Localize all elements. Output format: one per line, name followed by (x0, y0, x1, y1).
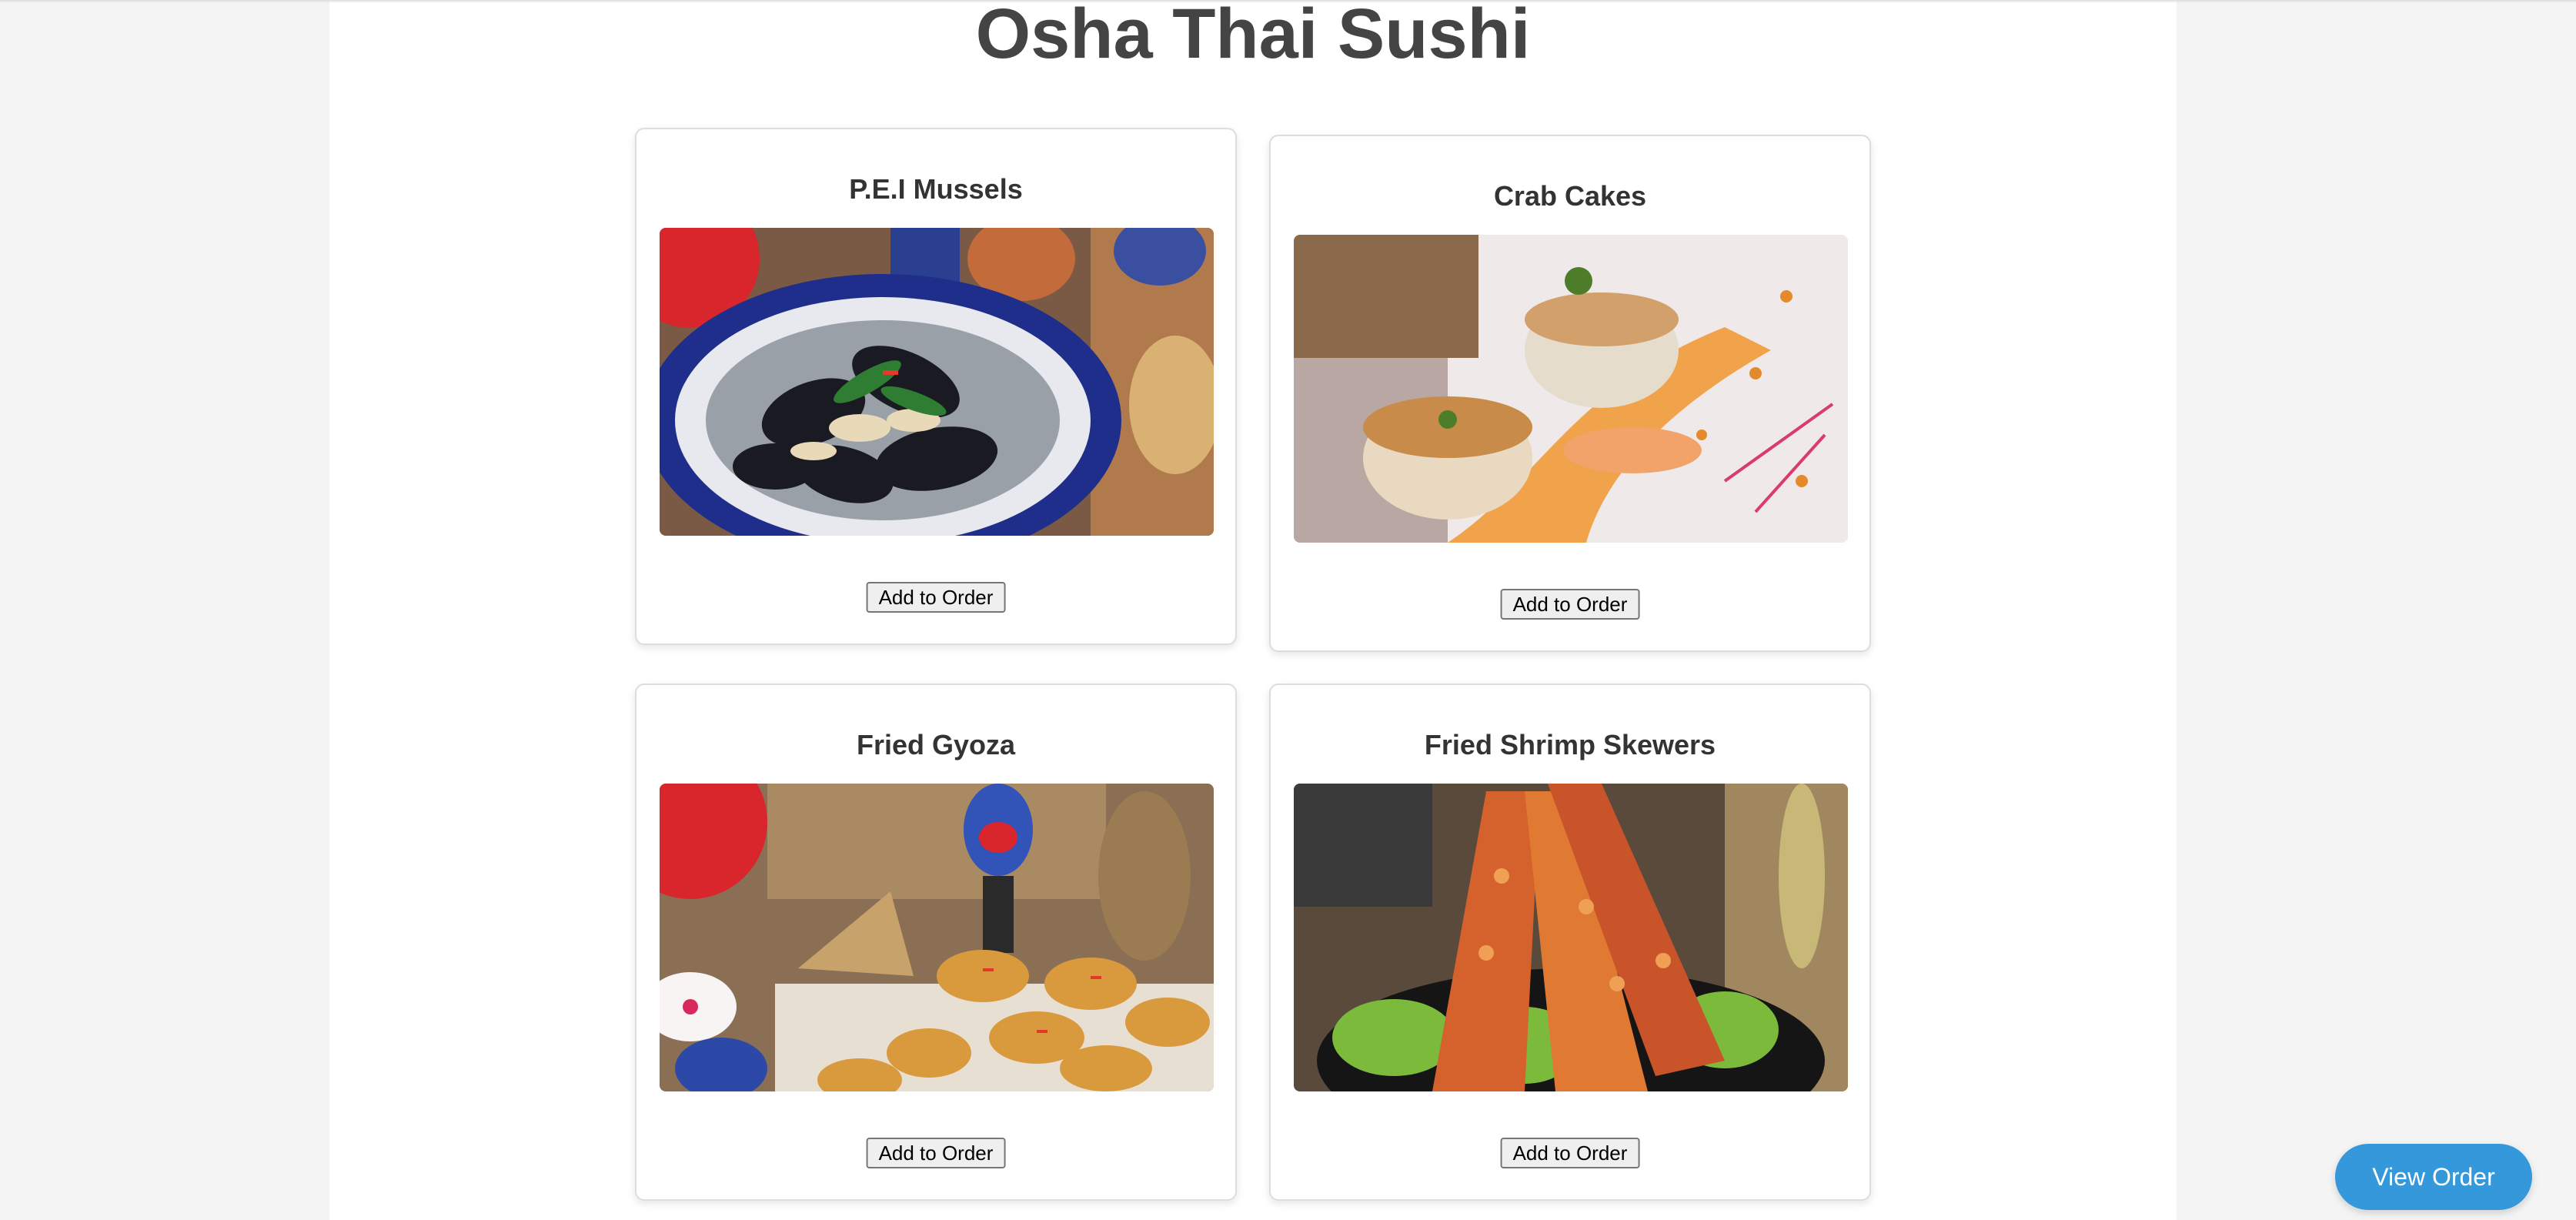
view-order-button[interactable]: View Order (2335, 1144, 2532, 1210)
menu-item-image (1294, 235, 1848, 543)
add-to-order-button[interactable]: Add to Order (866, 1138, 1006, 1168)
menu-card-fried-gyoza: Fried Gyoza Add to Order (635, 684, 1237, 1201)
page-title: Osha Thai Sushi (975, 0, 1531, 73)
menu-card-mussels: P.E.I Mussels Add to Order (635, 128, 1237, 645)
page-container: Osha Thai Sushi P.E.I Mussels Add to Ord… (329, 0, 2177, 1220)
add-to-order-button[interactable]: Add to Order (1500, 589, 1640, 620)
menu-item-image (1294, 784, 1848, 1091)
menu-item-title: Fried Shrimp Skewers (1424, 729, 1716, 760)
add-to-order-button[interactable]: Add to Order (866, 582, 1006, 613)
top-edge-shadow (0, 0, 2576, 3)
menu-item-title: Crab Cakes (1493, 180, 1647, 212)
menu-card-crab-cakes: Crab Cakes Add to Order (1269, 135, 1871, 652)
menu-item-title: P.E.I Mussels (849, 173, 1023, 205)
add-to-order-button[interactable]: Add to Order (1500, 1138, 1640, 1168)
menu-card-fried-shrimp-skewers: Fried Shrimp Skewers Add to Order (1269, 684, 1871, 1201)
menu-item-title: Fried Gyoza (856, 729, 1016, 760)
menu-item-image (660, 784, 1214, 1091)
menu-item-image (660, 228, 1214, 536)
